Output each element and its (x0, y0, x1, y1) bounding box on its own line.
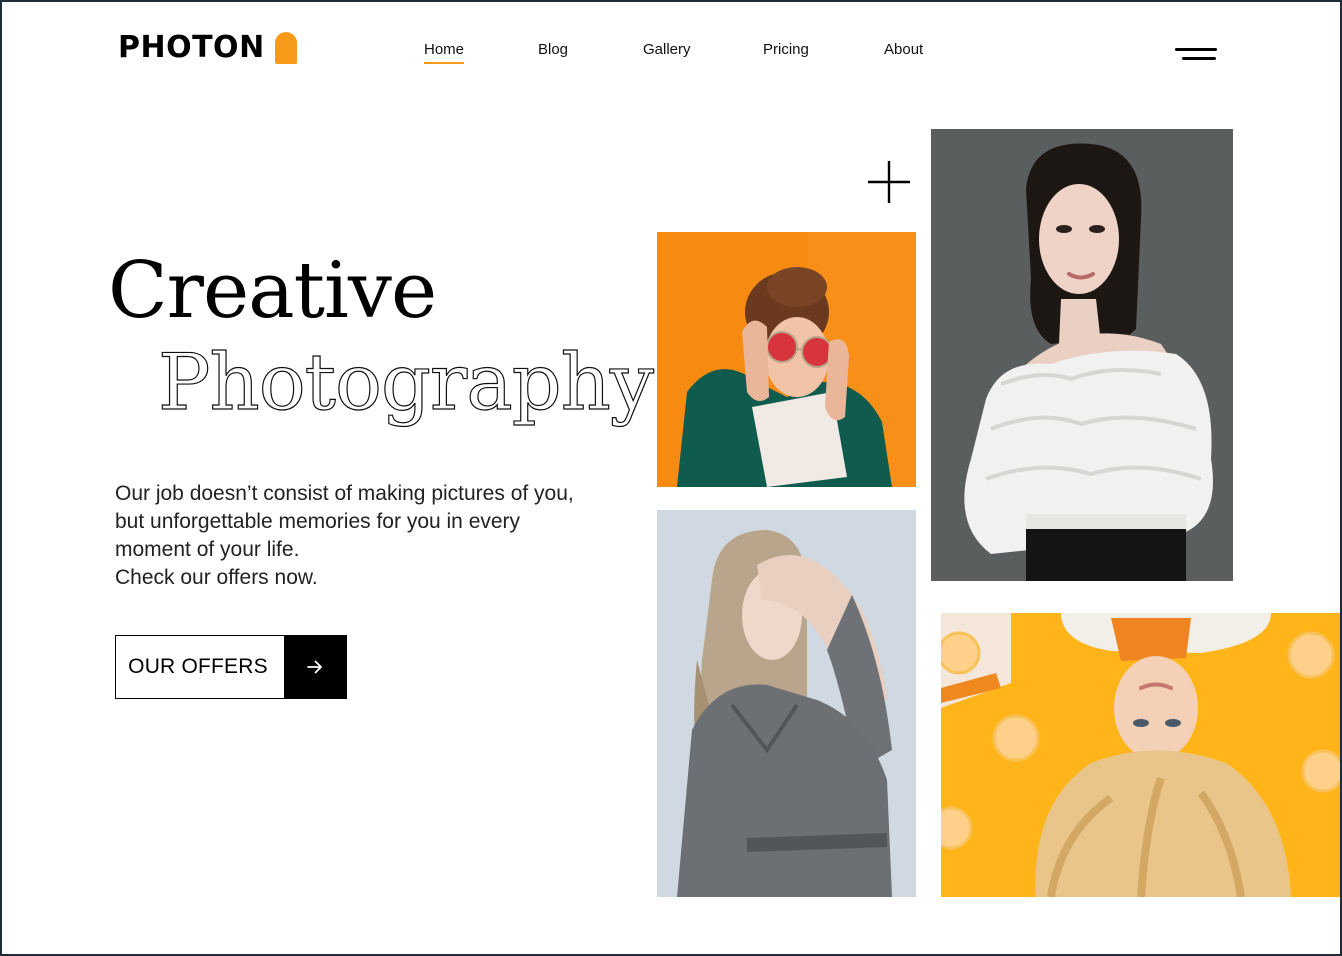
brand-name: PHOTON (118, 30, 265, 65)
hamburger-line-bottom (1182, 57, 1216, 60)
page-frame: PHOTON Home Blog Gallery Pricing About C… (0, 0, 1342, 956)
arrow-right-icon (284, 636, 346, 698)
hamburger-icon[interactable] (1175, 46, 1217, 64)
nav-item-gallery[interactable]: Gallery (643, 41, 691, 58)
hero-description-line: moment of your life. (115, 538, 300, 561)
hero-title-line-2: Photography (157, 338, 654, 428)
nav-item-pricing[interactable]: Pricing (763, 41, 809, 58)
plus-icon (868, 161, 910, 203)
hero-description-line: but unforgettable memories for you in ev… (115, 510, 521, 533)
hamburger-line-top (1175, 48, 1217, 51)
hero-description: Our job doesn’t consist of making pictur… (115, 480, 615, 592)
our-offers-label: OUR OFFERS (128, 655, 268, 678)
gallery-photo-sunglasses[interactable] (657, 232, 916, 487)
hero-title-line-1: Creative (108, 246, 437, 336)
nav-item-home[interactable]: Home (424, 41, 465, 64)
gallery-photo-white-blouse[interactable] (931, 129, 1233, 581)
nav-item-about[interactable]: About (884, 41, 923, 58)
hero-description-line: Our job doesn’t consist of making pictur… (115, 482, 574, 505)
gallery-photo-orange-slices[interactable] (941, 613, 1340, 897)
our-offers-button[interactable]: OUR OFFERS (115, 635, 347, 699)
brand-mark-icon (274, 32, 297, 64)
hero-description-line: Check our offers now. (115, 566, 318, 589)
brand-logo[interactable]: PHOTON (118, 32, 297, 64)
gallery-photo-grey-shirt[interactable] (657, 510, 916, 897)
nav-item-blog[interactable]: Blog (538, 41, 568, 58)
